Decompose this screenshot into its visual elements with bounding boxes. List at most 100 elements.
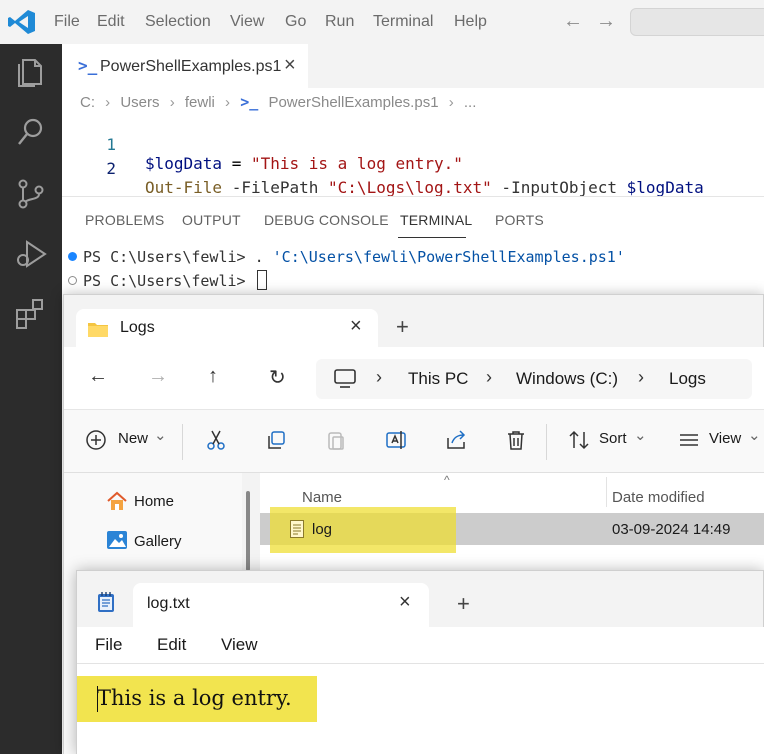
run-debug-icon[interactable] [13,236,49,272]
tab-label: PowerShellExamples.ps1 [100,58,282,75]
toolbar-divider [182,424,183,460]
view-list-icon[interactable] [677,428,701,452]
address-this-pc[interactable]: This PC [408,369,468,389]
code-line-1[interactable]: 1 $logData = "This is a log entry." [62,116,463,173]
menu-file[interactable]: File [95,635,122,655]
command-center-search[interactable] [630,8,764,36]
sort-button[interactable]: Sort [599,430,627,447]
terminal-cursor [256,270,267,290]
breadcrumb-file[interactable]: PowerShellExamples.ps1 [268,94,438,111]
tab-output[interactable]: OUTPUT [182,212,241,228]
menu-view[interactable]: View [221,635,258,655]
tab-debug-console[interactable]: DEBUG CONSOLE [264,212,389,228]
chevron-down-icon: ⌄ [748,427,761,444]
menu-go[interactable]: Go [285,13,306,31]
home-icon [107,491,127,510]
delete-trash-icon[interactable] [504,428,528,452]
refresh-icon[interactable]: ↻ [269,365,286,390]
search-icon[interactable] [13,114,49,150]
notepad-tab-log-txt[interactable]: log.txt × [133,583,429,627]
menu-terminal[interactable]: Terminal [373,13,433,31]
chevron-right-icon: › [448,94,454,111]
paste-icon[interactable] [324,428,348,452]
chevron-right-icon: › [225,94,231,111]
menu-help[interactable]: Help [454,13,487,31]
chevron-right-icon[interactable]: › [376,367,382,388]
new-tab-plus-icon[interactable]: + [396,314,409,340]
view-button[interactable]: View [709,430,741,447]
breadcrumb-fewli[interactable]: fewli [185,94,215,111]
breadcrumb-more[interactable]: ... [464,94,477,111]
file-name[interactable]: log [312,521,332,538]
tab-label: log.txt [147,595,190,612]
text-file-icon [290,520,304,538]
powershell-icon: >_ [78,56,98,75]
menu-edit[interactable]: Edit [157,635,186,655]
menu-selection[interactable]: Selection [145,13,211,31]
copy-icon[interactable] [264,428,288,452]
tab-ports[interactable]: PORTS [495,212,544,228]
chevron-right-icon[interactable]: › [638,367,644,388]
chevron-up-icon[interactable]: ^ [444,473,450,487]
address-logs[interactable]: Logs [669,369,706,389]
sidebar-scrollbar[interactable] [246,491,250,571]
code-line-2[interactable]: 2 Out-File -FilePath "C:\Logs\log.txt" -… [62,140,703,197]
new-plus-icon[interactable] [84,428,108,452]
up-arrow-icon[interactable]: ↑ [208,365,218,388]
extensions-icon[interactable] [13,296,49,332]
column-header-name[interactable]: Name [302,489,342,506]
menu-view[interactable]: View [230,13,264,31]
menu-file[interactable]: File [54,13,80,31]
sidebar-item-home[interactable]: Home [134,493,174,510]
column-divider[interactable] [606,477,607,507]
tab-terminal[interactable]: TERMINAL [400,212,472,228]
command-pending-dot-icon [68,276,77,285]
sort-icon[interactable] [567,428,591,452]
menu-run[interactable]: Run [325,13,354,31]
tab-problems[interactable]: PROBLEMS [85,212,164,228]
back-arrow-icon[interactable]: ← [563,10,583,33]
chevron-right-icon[interactable]: › [486,367,492,388]
breadcrumb-users[interactable]: Users [120,94,159,111]
share-icon[interactable] [444,428,468,452]
powershell-icon: >_ [240,93,259,111]
editor-tabstrip: >_ PowerShellExamples.ps1 × [62,44,764,88]
editor-tab-powershellexamples[interactable]: >_ PowerShellExamples.ps1 × [62,44,308,88]
back-arrow-icon[interactable]: ← [88,365,108,388]
close-icon[interactable]: × [399,591,411,614]
close-icon[interactable]: × [350,315,362,338]
command-success-dot-icon[interactable] [68,252,77,261]
notepad-text-area[interactable]: This is a log entry. [77,663,764,754]
forward-arrow-icon[interactable]: → [596,10,616,33]
address-bar[interactable]: › This PC › Windows (C:) › Logs [316,359,752,399]
rename-icon[interactable] [384,428,408,452]
explorer-toolbar: New ⌄ Sort ⌄ View ⌄ [64,409,764,473]
new-tab-plus-icon[interactable]: + [457,591,470,617]
chevron-right-icon: › [169,94,175,111]
file-date-modified: 03-09-2024 14:49 [612,521,731,538]
breadcrumb-drive[interactable]: C: [80,94,95,111]
line-number: 2 [106,159,116,178]
menu-edit[interactable]: Edit [97,13,125,31]
chevron-right-icon: › [105,94,111,111]
chevron-down-icon: ⌄ [634,427,647,444]
terminal-line-1[interactable]: PS C:\Users\fewli> . 'C:\Users\fewli\Pow… [68,248,625,266]
notepad-window: log.txt × + File Edit View This is a log… [76,570,764,754]
close-icon[interactable]: × [284,54,296,77]
explorer-files-icon[interactable] [13,54,49,90]
sidebar-item-gallery[interactable]: Gallery [134,533,182,550]
new-button[interactable]: New [118,430,148,447]
terminal-line-2[interactable]: PS C:\Users\fewli> [68,270,267,290]
address-windows-c[interactable]: Windows (C:) [516,369,618,389]
code-text: Out-File -FilePath "C:\Logs\log.txt" -In… [145,178,704,197]
vscode-titlebar: File Edit Selection View Go Run Terminal… [0,0,764,44]
column-header-date-modified[interactable]: Date modified [612,489,705,506]
cut-icon[interactable] [204,428,228,452]
toolbar-divider [546,424,547,460]
source-control-icon[interactable] [13,176,49,212]
breadcrumb: C: › Users › fewli › >_ PowerShellExampl… [80,93,482,111]
forward-arrow-icon[interactable]: → [148,365,168,388]
active-tab-indicator [398,237,466,238]
explorer-navbar: ← → ↑ ↻ › This PC › Windows (C:) › Logs [64,347,764,409]
document-text: This is a log entry. [97,686,292,710]
